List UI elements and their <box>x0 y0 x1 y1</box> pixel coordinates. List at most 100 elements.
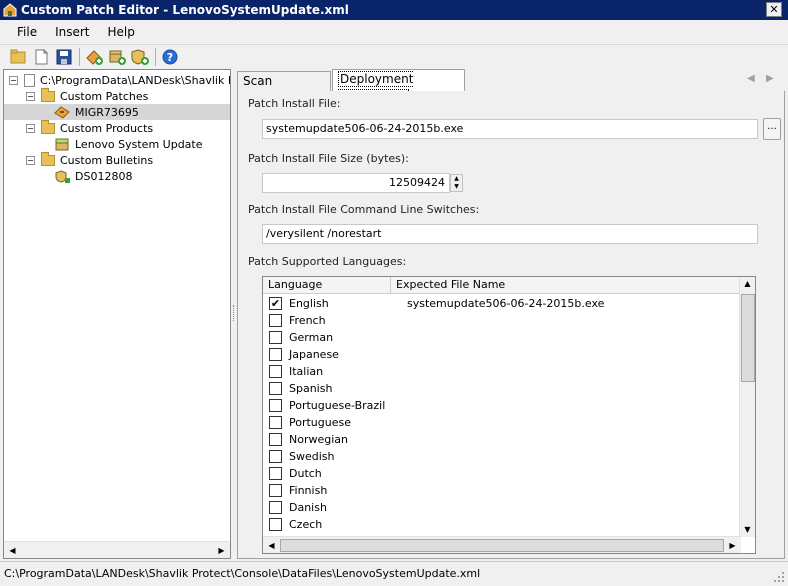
scroll-thumb[interactable] <box>280 539 724 552</box>
table-row[interactable]: Norwegian <box>263 431 741 448</box>
folder-icon <box>41 87 55 102</box>
language-checkbox[interactable] <box>269 331 282 344</box>
table-row[interactable]: Finnish <box>263 482 741 499</box>
language-cell: French <box>289 314 326 327</box>
tree-item-label: Lenovo System Update <box>75 137 203 151</box>
scroll-down-icon[interactable]: ▼ <box>740 523 755 537</box>
collapse-icon[interactable]: − <box>26 123 35 133</box>
install-file-input[interactable]: systemupdate506-06-24-2015b.exe <box>262 119 758 139</box>
svg-text:?: ? <box>167 51 173 64</box>
language-checkbox[interactable] <box>269 450 282 463</box>
table-row[interactable]: Spanish <box>263 380 741 397</box>
grid-horizontal-scrollbar[interactable]: ◀ ▶ <box>263 536 741 553</box>
scroll-left-icon[interactable]: ◀ <box>4 542 21 558</box>
language-cell: Norwegian <box>289 433 348 446</box>
add-bulletin-icon[interactable] <box>130 47 150 67</box>
splitter-handle[interactable] <box>233 305 236 321</box>
language-checkbox[interactable] <box>269 382 282 395</box>
add-product-icon[interactable] <box>107 47 127 67</box>
window-title: Custom Patch Editor - LenovoSystemUpdate… <box>21 3 349 17</box>
browse-button[interactable]: ... <box>763 118 781 140</box>
table-row[interactable]: Dutch <box>263 465 741 482</box>
table-row[interactable]: ✔ English systemupdate506-06-24-2015b.exe <box>263 295 741 312</box>
language-cell: Portuguese <box>289 416 351 429</box>
new-document-icon[interactable] <box>31 47 51 67</box>
languages-grid[interactable]: Language Expected File Name ✔ English syst… <box>262 276 756 554</box>
language-checkbox[interactable] <box>269 348 282 361</box>
language-checkbox[interactable] <box>269 399 282 412</box>
tree-node-label: Custom Products <box>60 121 154 135</box>
tab-scroll-left-icon[interactable]: ◀ <box>747 73 755 84</box>
add-patch-icon[interactable] <box>84 47 104 67</box>
table-row[interactable]: Japanese <box>263 346 741 363</box>
tree-item-label: MIGR73695 <box>75 105 139 119</box>
language-checkbox[interactable] <box>269 416 282 429</box>
table-row[interactable]: Czech <box>263 516 741 533</box>
open-folder-icon[interactable] <box>8 47 28 67</box>
tab-scan-information[interactable]: Scan Information <box>237 71 331 106</box>
tree-view[interactable]: − C:\ProgramData\LANDesk\Shavlik Protect… <box>3 69 231 559</box>
language-checkbox[interactable]: ✔ <box>269 297 282 310</box>
tree-node-custom-bulletins[interactable]: − Custom Bulletins <box>26 151 154 168</box>
collapse-icon[interactable]: − <box>9 75 18 85</box>
tree-node-custom-patches[interactable]: − Custom Patches <box>26 87 149 104</box>
column-header-language[interactable]: Language <box>263 277 391 294</box>
collapse-icon[interactable]: − <box>26 91 35 101</box>
spin-down-icon[interactable]: ▼ <box>451 183 462 191</box>
switches-label: Patch Install File Command Line Switches… <box>248 203 480 216</box>
language-cell: Italian <box>289 365 324 378</box>
language-checkbox[interactable] <box>269 467 282 480</box>
resize-grip-icon[interactable] <box>773 571 785 583</box>
help-icon[interactable]: ? <box>160 47 180 67</box>
tab-deployment-information[interactable]: Deployment Information <box>332 69 465 105</box>
table-row[interactable]: Portuguese <box>263 414 741 431</box>
tree-root[interactable]: − C:\ProgramData\LANDesk\Shavlik Protect… <box>9 72 230 88</box>
menu-insert[interactable]: Insert <box>46 25 98 39</box>
tree-node-custom-products[interactable]: − Custom Products <box>26 119 154 136</box>
toolbar-separator <box>79 47 80 66</box>
expected-file-cell[interactable]: systemupdate506-06-24-2015b.exe <box>407 297 604 310</box>
file-size-spinner[interactable]: ▲ ▼ <box>450 174 463 192</box>
menu-help[interactable]: Help <box>99 25 144 39</box>
scroll-thumb[interactable] <box>741 294 755 382</box>
language-cell: Portuguese-Brazil <box>289 399 386 412</box>
status-text: C:\ProgramData\LANDesk\Shavlik Protect\C… <box>4 567 481 580</box>
table-row[interactable]: Swedish <box>263 448 741 465</box>
language-cell: Swedish <box>289 450 335 463</box>
tree-node-label: Custom Bulletins <box>60 153 154 167</box>
table-row[interactable]: German <box>263 329 741 346</box>
scroll-left-icon[interactable]: ◀ <box>263 537 280 553</box>
switches-input[interactable]: /verysilent /norestart <box>262 224 758 244</box>
menu-file[interactable]: File <box>8 25 46 39</box>
table-row[interactable]: Portuguese-Brazil <box>263 397 741 414</box>
grid-vertical-scrollbar[interactable]: ▲ ▼ <box>739 277 755 537</box>
tree-horizontal-scrollbar[interactable]: ◀ ▶ <box>4 541 230 558</box>
table-row[interactable]: Italian <box>263 363 741 380</box>
tree-node-label: Custom Patches <box>60 89 149 103</box>
tab-scroll-right-icon[interactable]: ▶ <box>766 73 774 84</box>
language-checkbox[interactable] <box>269 365 282 378</box>
collapse-icon[interactable]: − <box>26 155 35 165</box>
close-button[interactable]: ✕ <box>766 2 782 17</box>
spin-up-icon[interactable]: ▲ <box>451 175 462 183</box>
column-header-expected-file[interactable]: Expected File Name <box>391 277 741 294</box>
language-checkbox[interactable] <box>269 314 282 327</box>
scroll-right-icon[interactable]: ▶ <box>213 542 230 558</box>
language-checkbox[interactable] <box>269 518 282 531</box>
patch-icon <box>54 105 70 119</box>
deployment-panel: Patch Install File: systemupdate506-06-2… <box>237 91 785 559</box>
language-checkbox[interactable] <box>269 501 282 514</box>
table-row[interactable]: French <box>263 312 741 329</box>
save-icon[interactable] <box>54 47 74 67</box>
file-size-input[interactable]: 12509424 <box>262 173 450 193</box>
scroll-up-icon[interactable]: ▲ <box>740 277 755 291</box>
status-bar: C:\ProgramData\LANDesk\Shavlik Protect\C… <box>0 561 788 586</box>
language-cell: Japanese <box>289 348 339 361</box>
tree-item-patch[interactable]: MIGR73695 <box>4 104 230 120</box>
language-checkbox[interactable] <box>269 484 282 497</box>
tree-item-bulletin[interactable]: DS012808 <box>54 168 132 184</box>
language-checkbox[interactable] <box>269 433 282 446</box>
table-row[interactable]: Danish <box>263 499 741 516</box>
scroll-right-icon[interactable]: ▶ <box>724 537 741 553</box>
tree-item-product[interactable]: Lenovo System Update <box>54 136 203 152</box>
